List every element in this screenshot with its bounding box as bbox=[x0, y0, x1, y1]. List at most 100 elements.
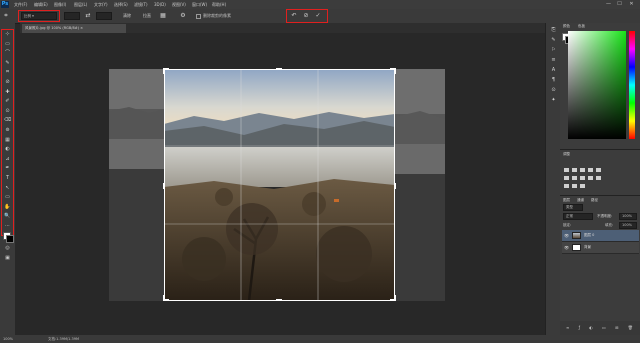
tab-color[interactable]: 颜色 bbox=[563, 23, 570, 29]
crop-handle-top-left-v[interactable] bbox=[163, 68, 165, 74]
adjustment-levels-icon[interactable] bbox=[572, 168, 577, 172]
crop-tool-icon[interactable]: ⌗ bbox=[4, 69, 11, 76]
crop-handle-right[interactable] bbox=[394, 183, 396, 189]
marquee-tool-icon[interactable]: ▭ bbox=[4, 41, 11, 48]
healing-tool-icon[interactable]: ✚ bbox=[4, 89, 11, 96]
zoom-level[interactable]: 100% bbox=[3, 335, 13, 343]
tab-swatches[interactable]: 色板 bbox=[578, 23, 585, 29]
adjustment-vibrance-icon[interactable] bbox=[596, 168, 601, 172]
clone-source-icon[interactable]: ⚐ bbox=[550, 47, 557, 54]
crop-handle-bottom-right-v[interactable] bbox=[394, 295, 396, 301]
visibility-eye-icon[interactable]: 👁 bbox=[564, 230, 569, 241]
menu-window[interactable]: 窗口(W) bbox=[192, 1, 207, 8]
eraser-tool-icon[interactable]: ⌫ bbox=[4, 117, 11, 124]
more-tool-icon[interactable]: ⋯ bbox=[4, 223, 11, 230]
eyedropper-tool-icon[interactable]: ⊘ bbox=[4, 79, 11, 86]
ratio-select[interactable]: 比例 ▾ bbox=[21, 12, 57, 20]
blur-tool-icon[interactable]: ⊚ bbox=[4, 127, 11, 134]
blend-mode-select[interactable]: 正常 bbox=[563, 213, 593, 220]
menu-type[interactable]: 文字(Y) bbox=[94, 1, 108, 8]
info-icon[interactable]: ⊙ bbox=[550, 87, 557, 94]
swap-icon[interactable]: ⇄ bbox=[84, 12, 92, 20]
layer-filter-select[interactable]: 类型 bbox=[563, 204, 583, 211]
zoom-tool-icon[interactable]: 🔍 bbox=[4, 213, 11, 220]
maximize-button[interactable]: ☐ bbox=[615, 1, 624, 8]
crop-handle-top[interactable] bbox=[276, 68, 282, 70]
history-icon[interactable]: ⎘ bbox=[550, 27, 557, 34]
document-tab[interactable]: 风景照片.jpg @ 100% (RGB/8#) × bbox=[22, 24, 126, 33]
quick-select-tool-icon[interactable]: ✎ bbox=[4, 60, 11, 67]
ratio-height-input[interactable] bbox=[96, 12, 112, 20]
screen-mode-icon[interactable]: ▣ bbox=[4, 255, 11, 262]
tab-layers[interactable]: 图层 bbox=[563, 197, 570, 203]
adjustment-curves-icon[interactable] bbox=[580, 168, 585, 172]
menu-edit[interactable]: 编辑(E) bbox=[34, 1, 48, 8]
hand-tool-icon[interactable]: ✋ bbox=[4, 204, 11, 211]
clear-button[interactable]: 清除 bbox=[118, 12, 136, 20]
lasso-tool-icon[interactable]: ⌒ bbox=[4, 50, 11, 57]
close-button[interactable]: ✕ bbox=[627, 1, 636, 8]
delete-pixels-checkbox[interactable] bbox=[196, 14, 201, 19]
menu-file[interactable]: 文件(F) bbox=[14, 1, 27, 8]
menu-image[interactable]: 图像(I) bbox=[54, 1, 66, 8]
gradient-tool-icon[interactable]: ▦ bbox=[4, 137, 11, 144]
opacity-input[interactable]: 100% bbox=[619, 213, 637, 220]
adjustment-posterize-icon[interactable] bbox=[572, 184, 577, 188]
adjustment-photo-filter-icon[interactable] bbox=[588, 176, 593, 180]
tab-channels[interactable]: 通道 bbox=[577, 197, 584, 203]
layer-row-photo[interactable]: 👁 图层 0 bbox=[562, 230, 639, 242]
crop-handle-top-right-v[interactable] bbox=[394, 68, 396, 74]
minimize-button[interactable]: — bbox=[604, 1, 613, 8]
menu-view[interactable]: 视图(V) bbox=[172, 1, 186, 8]
color-field[interactable] bbox=[568, 31, 626, 139]
landscape-photo[interactable] bbox=[164, 69, 395, 301]
adjustment-exposure-icon[interactable] bbox=[588, 168, 593, 172]
character-icon[interactable]: A bbox=[550, 67, 557, 74]
dodge-tool-icon[interactable]: ◐ bbox=[4, 146, 11, 153]
menu-filter[interactable]: 滤镜(T) bbox=[134, 1, 148, 8]
shape-tool-icon[interactable]: ▭ bbox=[4, 194, 11, 201]
pen-tool-icon[interactable]: ✒ bbox=[4, 165, 11, 172]
type-tool-icon[interactable]: T bbox=[4, 175, 11, 182]
adjustment-hue-icon[interactable] bbox=[564, 176, 569, 180]
cancel-icon[interactable]: ⊘ bbox=[301, 12, 311, 20]
fill-input[interactable]: 100% bbox=[619, 222, 637, 229]
crop-handle-bottom-left-v[interactable] bbox=[163, 295, 165, 301]
adjustment-balance-icon[interactable] bbox=[572, 176, 577, 180]
ratio-width-input[interactable] bbox=[64, 12, 80, 20]
adjustment-threshold-icon[interactable] bbox=[580, 184, 585, 188]
adjustment-brightness-icon[interactable] bbox=[564, 168, 569, 172]
menu-help[interactable]: 帮助(H) bbox=[212, 1, 226, 8]
settings-gear-icon[interactable]: ⚙ bbox=[178, 12, 188, 20]
path-select-tool-icon[interactable]: ↖ bbox=[4, 185, 11, 192]
layers-footer-icons[interactable]: ∞ ƒ ◐ ▭ ⊞ 🗑 bbox=[566, 325, 637, 330]
crop-handle-bottom[interactable] bbox=[276, 299, 282, 301]
visibility-eye-icon[interactable]: 👁 bbox=[564, 242, 569, 253]
menu-layer[interactable]: 图层(L) bbox=[74, 1, 87, 8]
properties-icon[interactable]: ≡ bbox=[550, 57, 557, 64]
crop-handle-left[interactable] bbox=[163, 183, 165, 189]
actions-icon[interactable]: ✦ bbox=[550, 97, 557, 104]
straighten-button[interactable]: 拉直 bbox=[140, 12, 154, 20]
quick-mask-icon[interactable]: ◎ bbox=[4, 245, 11, 252]
adjustment-mixer-icon[interactable] bbox=[596, 176, 601, 180]
commit-icon[interactable]: ✓ bbox=[313, 12, 323, 20]
clone-stamp-tool-icon[interactable]: ⊙ bbox=[4, 108, 11, 115]
pen-shape-tool-icon[interactable]: ⊿ bbox=[4, 156, 11, 163]
move-tool-icon[interactable]: ⊹ bbox=[4, 31, 11, 38]
hue-slider[interactable] bbox=[629, 31, 635, 139]
menu-select[interactable]: 选择(S) bbox=[114, 1, 128, 8]
tab-paths[interactable]: 路径 bbox=[591, 197, 598, 203]
paragraph-icon[interactable]: ¶ bbox=[550, 77, 557, 84]
brush-preset-icon[interactable]: ✎ bbox=[550, 37, 557, 44]
overlay-grid-icon[interactable]: ▦ bbox=[158, 12, 168, 20]
tab-adjustments[interactable]: 调整 bbox=[563, 151, 570, 157]
reset-icon[interactable]: ↶ bbox=[289, 12, 299, 20]
adjustment-invert-icon[interactable] bbox=[564, 184, 569, 188]
adjustment-bw-icon[interactable] bbox=[580, 176, 585, 180]
menu-3d[interactable]: 3D(D) bbox=[154, 1, 166, 8]
brush-tool-icon[interactable]: ✐ bbox=[4, 98, 11, 105]
layer-row-background[interactable]: 👁 背景 bbox=[562, 242, 639, 254]
background-color[interactable] bbox=[6, 235, 14, 243]
crop-tool-preset-icon[interactable]: ⌗ bbox=[2, 12, 10, 20]
